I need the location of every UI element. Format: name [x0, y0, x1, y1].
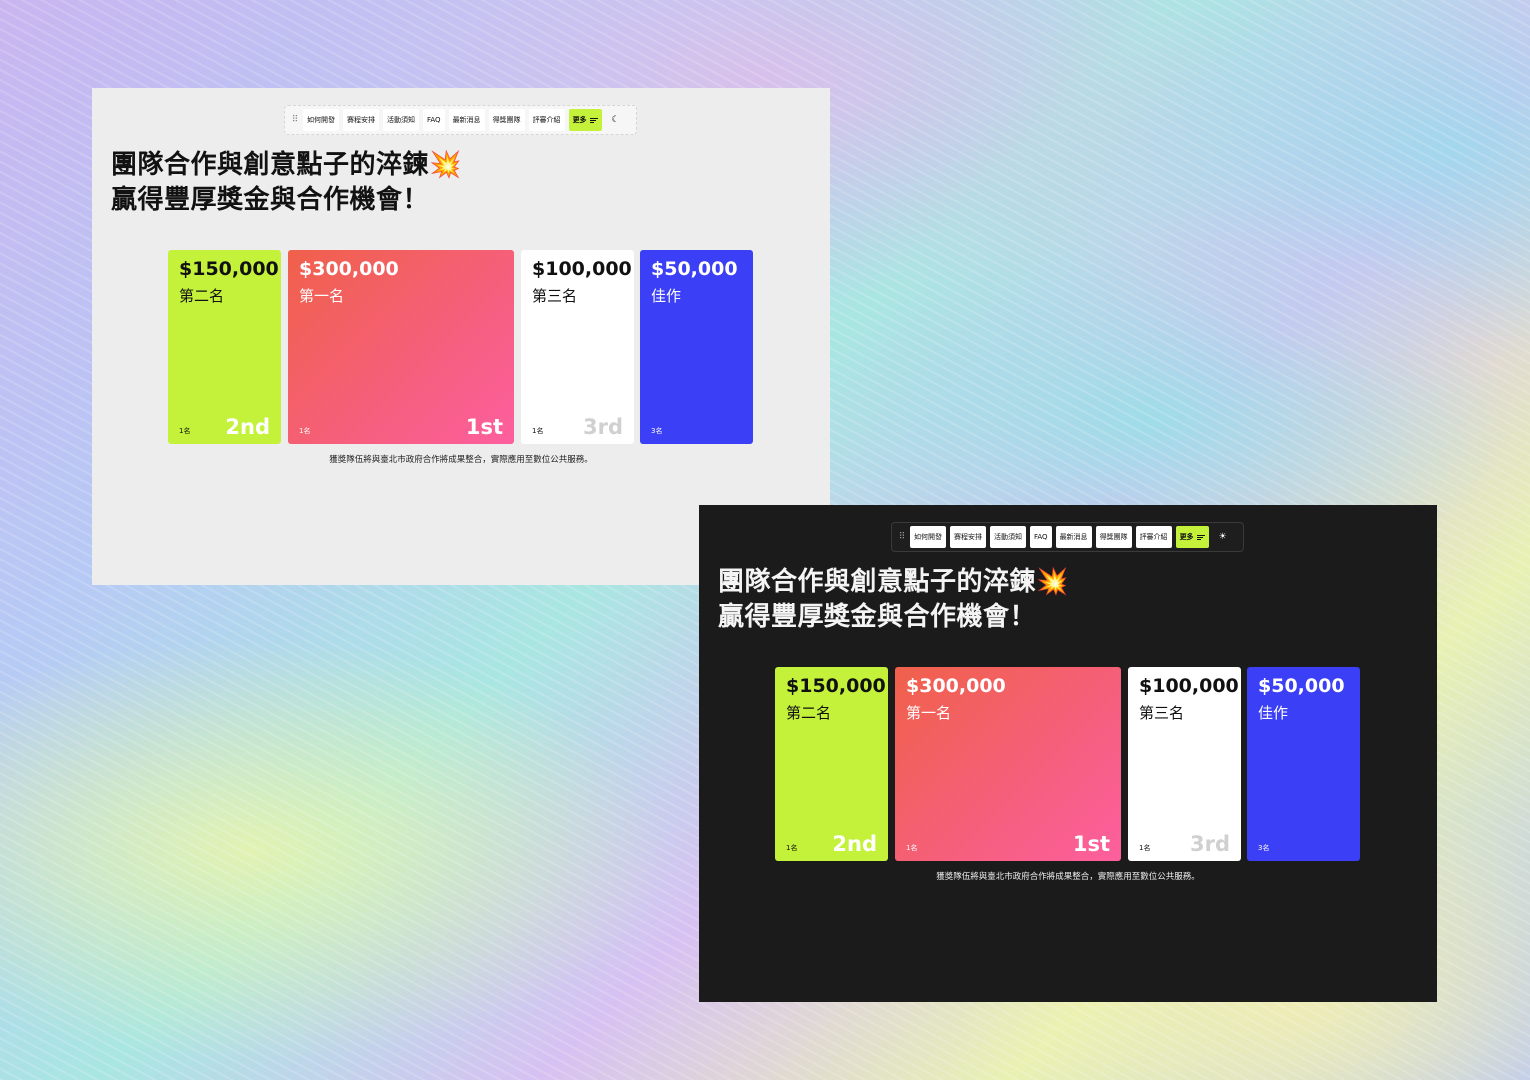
prize-footnote: 獲獎隊伍將與臺北市政府合作將成果整合，實際應用至數位公共服務。: [936, 872, 1200, 882]
prize-amount: $300,000: [299, 258, 399, 280]
sun-icon[interactable]: ☀: [1213, 526, 1233, 548]
nav-item-schedule[interactable]: 賽程安排: [950, 526, 986, 548]
prize-card-first: $300,000 第一名 1名 1st: [288, 250, 514, 444]
prize-count: 3名: [651, 427, 663, 435]
prize-card-merit: $50,000 佳作 3名: [1247, 667, 1360, 861]
nav-item-notice[interactable]: 活動須知: [990, 526, 1026, 548]
prize-ordinal: 3rd: [582, 415, 623, 439]
prize-count: 1名: [179, 427, 191, 435]
hero-headline: 團隊合作與創意點子的淬鍊💥 贏得豐厚獎金與合作機會！: [111, 148, 462, 218]
more-label: 更多: [572, 116, 587, 124]
prize-card-third: $100,000 第三名 1名 3rd: [521, 250, 634, 444]
nav-item-judges[interactable]: 評審介紹: [528, 109, 565, 131]
headline-line-1: 團隊合作與創意點子的淬鍊: [111, 150, 430, 180]
prize-rank: 第三名: [1139, 704, 1185, 722]
prize-count: 1名: [1139, 844, 1151, 852]
prize-card-merit: $50,000 佳作 3名: [640, 250, 753, 444]
burst-icon: 💥: [1036, 567, 1069, 597]
prize-amount: $150,000: [786, 675, 886, 697]
nav-item-how-to-develop[interactable]: 如何開發: [303, 109, 339, 131]
nav-item-faq[interactable]: FAQ: [1030, 526, 1052, 548]
headline-line-2: 贏得豐厚獎金與合作機會！: [718, 602, 1037, 632]
prize-ordinal: 1st: [465, 415, 503, 439]
nav-item-winners[interactable]: 得獎團隊: [488, 109, 525, 131]
drag-handle-icon[interactable]: ⠿: [291, 115, 299, 125]
prize-count: 1名: [299, 427, 311, 435]
prize-rank: 佳作: [651, 287, 682, 305]
burst-icon: 💥: [429, 150, 462, 180]
more-label: 更多: [1179, 533, 1194, 541]
top-nav: ⠿ 如何開發 賽程安排 活動須知 FAQ 最新消息 得獎團隊 評審介紹 更多 ☀: [891, 522, 1244, 552]
nav-item-news[interactable]: 最新消息: [448, 109, 485, 131]
nav-item-winners[interactable]: 得獎團隊: [1095, 526, 1132, 548]
menu-lines-icon: [589, 117, 598, 124]
nav-item-news[interactable]: 最新消息: [1055, 526, 1092, 548]
prize-amount: $50,000: [1258, 675, 1345, 697]
prize-amount: $300,000: [906, 675, 1006, 697]
top-nav: ⠿ 如何開發 賽程安排 活動須知 FAQ 最新消息 得獎團隊 評審介紹 更多 ☾: [284, 105, 637, 135]
prize-rank: 第二名: [786, 704, 832, 722]
nav-item-faq[interactable]: FAQ: [423, 109, 445, 131]
prize-rank: 第一名: [299, 287, 345, 305]
more-menu-button[interactable]: 更多: [568, 109, 602, 131]
prize-rank: 第三名: [532, 287, 578, 305]
menu-lines-icon: [1196, 534, 1205, 541]
prize-rank: 佳作: [1258, 704, 1289, 722]
dark-theme-preview: ⠿ 如何開發 賽程安排 活動須知 FAQ 最新消息 得獎團隊 評審介紹 更多 ☀…: [699, 505, 1437, 1002]
prize-amount: $150,000: [179, 258, 279, 280]
drag-handle-icon[interactable]: ⠿: [898, 532, 906, 542]
more-menu-button[interactable]: 更多: [1175, 526, 1209, 548]
prize-ordinal: 2nd: [832, 832, 877, 856]
prize-ordinal: 2nd: [225, 415, 270, 439]
nav-item-how-to-develop[interactable]: 如何開發: [910, 526, 946, 548]
nav-item-notice[interactable]: 活動須知: [383, 109, 419, 131]
nav-item-judges[interactable]: 評審介紹: [1135, 526, 1172, 548]
prize-ordinal: 1st: [1072, 832, 1110, 856]
prize-footnote: 獲獎隊伍將與臺北市政府合作將成果整合，實際應用至數位公共服務。: [329, 455, 593, 465]
prize-amount: $100,000: [532, 258, 632, 280]
hero-headline: 團隊合作與創意點子的淬鍊💥 贏得豐厚獎金與合作機會！: [718, 565, 1069, 635]
headline-line-1: 團隊合作與創意點子的淬鍊: [718, 567, 1037, 597]
headline-line-2: 贏得豐厚獎金與合作機會！: [111, 185, 430, 215]
prize-amount: $50,000: [651, 258, 738, 280]
prize-card-third: $100,000 第三名 1名 3rd: [1128, 667, 1241, 861]
prize-count: 1名: [906, 844, 918, 852]
prize-card-first: $300,000 第一名 1名 1st: [895, 667, 1121, 861]
prize-card-second: $150,000 第二名 1名 2nd: [775, 667, 888, 861]
prize-ordinal: 3rd: [1189, 832, 1230, 856]
prize-rank: 第一名: [906, 704, 952, 722]
moon-icon[interactable]: ☾: [606, 109, 626, 131]
prize-count: 1名: [786, 844, 798, 852]
prize-count: 1名: [532, 427, 544, 435]
prize-rank: 第二名: [179, 287, 225, 305]
nav-item-schedule[interactable]: 賽程安排: [343, 109, 379, 131]
prize-amount: $100,000: [1139, 675, 1239, 697]
prize-count: 3名: [1258, 844, 1270, 852]
prize-card-second: $150,000 第二名 1名 2nd: [168, 250, 281, 444]
